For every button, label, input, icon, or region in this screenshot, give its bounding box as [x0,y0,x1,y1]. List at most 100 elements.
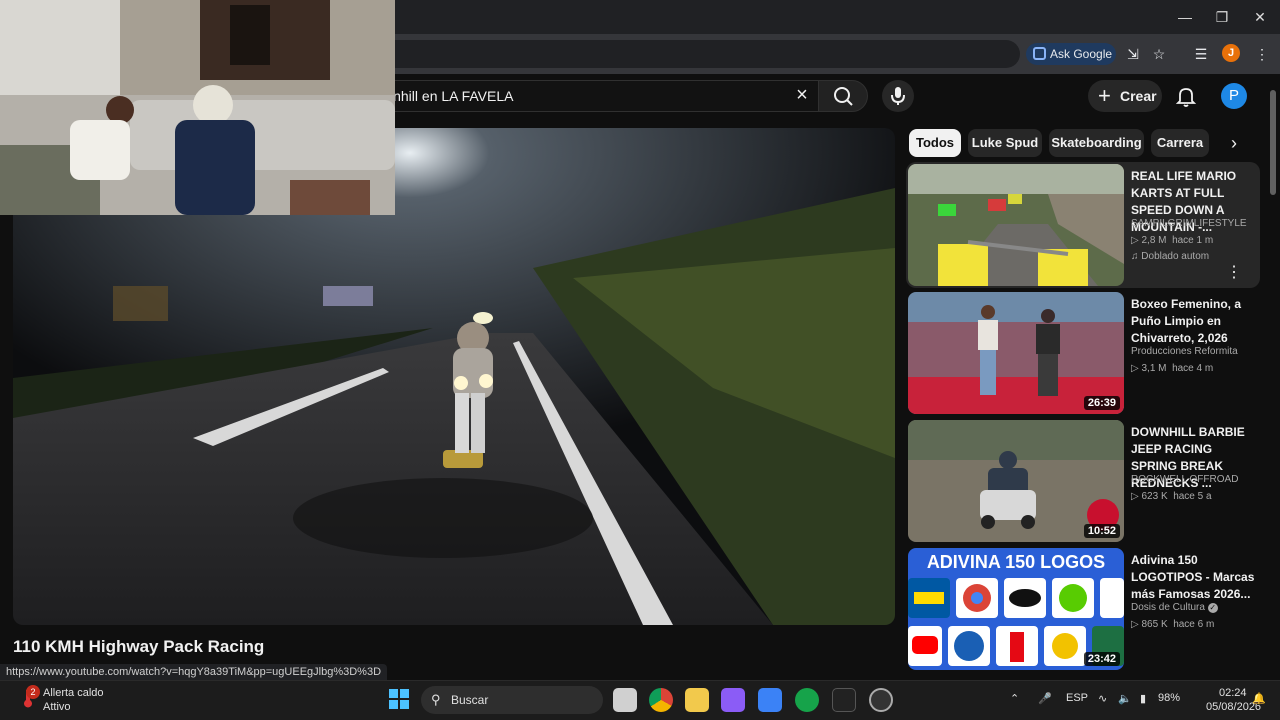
minimize-icon[interactable]: — [1170,6,1200,28]
channel-name[interactable]: ROCKWELL OFFROAD [1131,474,1238,485]
input-language[interactable]: ESP [1066,692,1088,704]
view-count: 2,8 M [1141,235,1167,246]
upload-age: hace 1 m [1172,235,1214,246]
account-avatar[interactable]: P [1221,83,1247,109]
obs-icon[interactable] [869,688,893,712]
chip-luke-spud[interactable]: Luke Spud [968,129,1042,157]
channel-name[interactable]: Producciones Reformita [1131,346,1238,357]
clock-time[interactable]: 02:24 [1219,687,1247,699]
recommendation-title[interactable]: Adivina 150 LOGOTIPOS - Marcas más Famos… [1131,552,1256,603]
video-duration: 10:52 [1083,524,1120,538]
wifi-icon[interactable]: ∿ [1098,692,1107,705]
search-icon [834,87,853,106]
upload-age: hace 6 m [1173,619,1215,630]
recommendation-title[interactable]: Boxeo Femenino, a Puño Limpio en Chivarr… [1131,296,1256,347]
dub-label: Doblado autom [1141,251,1210,262]
view-count: 865 K [1141,619,1168,630]
chip-todos[interactable]: Todos [909,129,961,157]
taskbar-search-placeholder: Buscar [451,693,489,707]
chip-carrera[interactable]: Carrera [1151,129,1209,157]
notification-badge: 2 [26,685,40,699]
video-thumbnail[interactable] [908,164,1124,286]
play-icon: ▷ [1131,619,1139,630]
chrome-icon[interactable] [649,688,673,712]
install-app-icon[interactable]: ⇲ [1123,44,1143,64]
voice-search-button[interactable] [882,80,914,112]
lens-icon [1033,47,1046,60]
tray-overflow-icon[interactable]: ⌃ [1010,692,1019,705]
notifications-icon[interactable]: 🔔 [1252,692,1266,705]
weather-status: Attivo [43,701,71,713]
view-count: 3,1 M [1141,363,1167,374]
windows-icon [389,689,409,709]
create-label: Crear [1120,88,1157,104]
address-bar[interactable] [330,40,1020,68]
notifications-button[interactable] [1174,84,1198,108]
recommendation-card[interactable]: 26:39 Boxeo Femenino, a Puño Limpio en C… [906,290,1260,416]
video-meta: ▷ 2,8 M hace 1 m [1131,235,1213,246]
media-control-icon[interactable]: ☰ [1191,44,1211,64]
channel-name[interactable]: Dosis de Cultura ✓ [1131,602,1218,613]
view-count: 623 K [1141,491,1168,502]
video-meta: ▷ 3,1 M hace 4 m [1131,363,1213,374]
bell-icon [1175,88,1197,107]
video-title: 110 KMH Highway Pack Racing [13,637,265,656]
plus-icon: + [1098,83,1111,108]
call-of-duty-icon[interactable] [832,688,856,712]
recommendation-card[interactable]: 10:52 DOWNHILL BARBIE JEEP RACING SPRING… [906,418,1260,544]
more-actions-icon[interactable]: ⋮ [1226,262,1242,282]
webcam-overlay [0,0,395,215]
video-duration: 26:39 [1083,396,1120,410]
play-icon: ▷ [1131,363,1139,374]
bookmark-star-icon[interactable]: ☆ [1149,44,1169,64]
maximize-icon[interactable]: ❐ [1207,6,1237,28]
play-icon: ▷ [1131,235,1139,246]
channel-name[interactable]: SAMPILGRIMLIFESTYLE [1131,218,1247,229]
video-thumbnail[interactable]: ADIVINA 150 LOGOS 23:42 [908,548,1124,670]
app-icon[interactable] [721,688,745,712]
search-icon: ⚲ [431,692,441,707]
video-meta: ▷ 865 K hace 6 m [1131,619,1214,630]
thumbnail-image [908,164,1124,286]
store-icon[interactable] [758,688,782,712]
browser-profile-avatar[interactable]: J [1222,44,1240,62]
create-button[interactable]: + Crear [1088,80,1162,112]
microphone-icon[interactable]: 🎤 [1038,692,1052,705]
weather-title[interactable]: Allerta caldo [43,687,104,699]
recommendation-card[interactable]: REAL LIFE MARIO KARTS AT FULL SPEED DOWN… [906,162,1260,288]
ask-google-button[interactable]: Ask Google [1026,43,1116,65]
search-input[interactable]: wnhill en LA FAVELA [330,80,820,112]
browser-menu-icon[interactable]: ⋮ [1252,44,1272,64]
dub-badge: ♫ Doblado autom [1131,251,1209,262]
clear-search-icon[interactable]: × [792,85,812,105]
video-meta: ▷ 623 K hace 5 a [1131,491,1212,502]
dub-icon: ♫ [1131,251,1139,262]
microphone-icon [891,87,905,105]
recommendation-card[interactable]: ADIVINA 150 LOGOS 23:42 Adivina 150 LOGO… [906,546,1260,672]
chip-skateboarding[interactable]: Skateboarding [1049,129,1144,157]
search-button[interactable] [818,80,868,112]
file-explorer-icon[interactable] [685,688,709,712]
search-query: wnhill en LA FAVELA [383,88,514,104]
ask-google-label: Ask Google [1050,47,1113,61]
upload-age: hace 4 m [1172,363,1214,374]
battery-icon[interactable]: ▮ [1140,692,1146,705]
play-icon: ▷ [1131,491,1139,502]
video-thumbnail[interactable]: 26:39 [908,292,1124,414]
video-duration: 23:42 [1083,652,1120,666]
verified-icon: ✓ [1207,603,1218,613]
video-thumbnail[interactable]: 10:52 [908,420,1124,542]
taskbar-search[interactable]: ⚲ Buscar [421,686,603,714]
close-window-icon[interactable]: ✕ [1245,6,1275,28]
start-button[interactable] [388,688,410,710]
task-view-icon[interactable] [613,688,637,712]
channel-name-text: Dosis de Cultura [1131,602,1205,613]
battery-percent: 98% [1158,692,1181,704]
scrollbar-thumb[interactable] [1270,90,1276,195]
chevron-right-icon[interactable]: › [1222,131,1246,155]
webcam-feed [0,0,395,215]
upload-age: hace 5 a [1173,491,1212,502]
xbox-icon[interactable] [795,688,819,712]
volume-icon[interactable]: 🔈 [1118,692,1132,705]
link-status-url: https://www.youtube.com/watch?v=hqgY8a39… [0,664,388,680]
